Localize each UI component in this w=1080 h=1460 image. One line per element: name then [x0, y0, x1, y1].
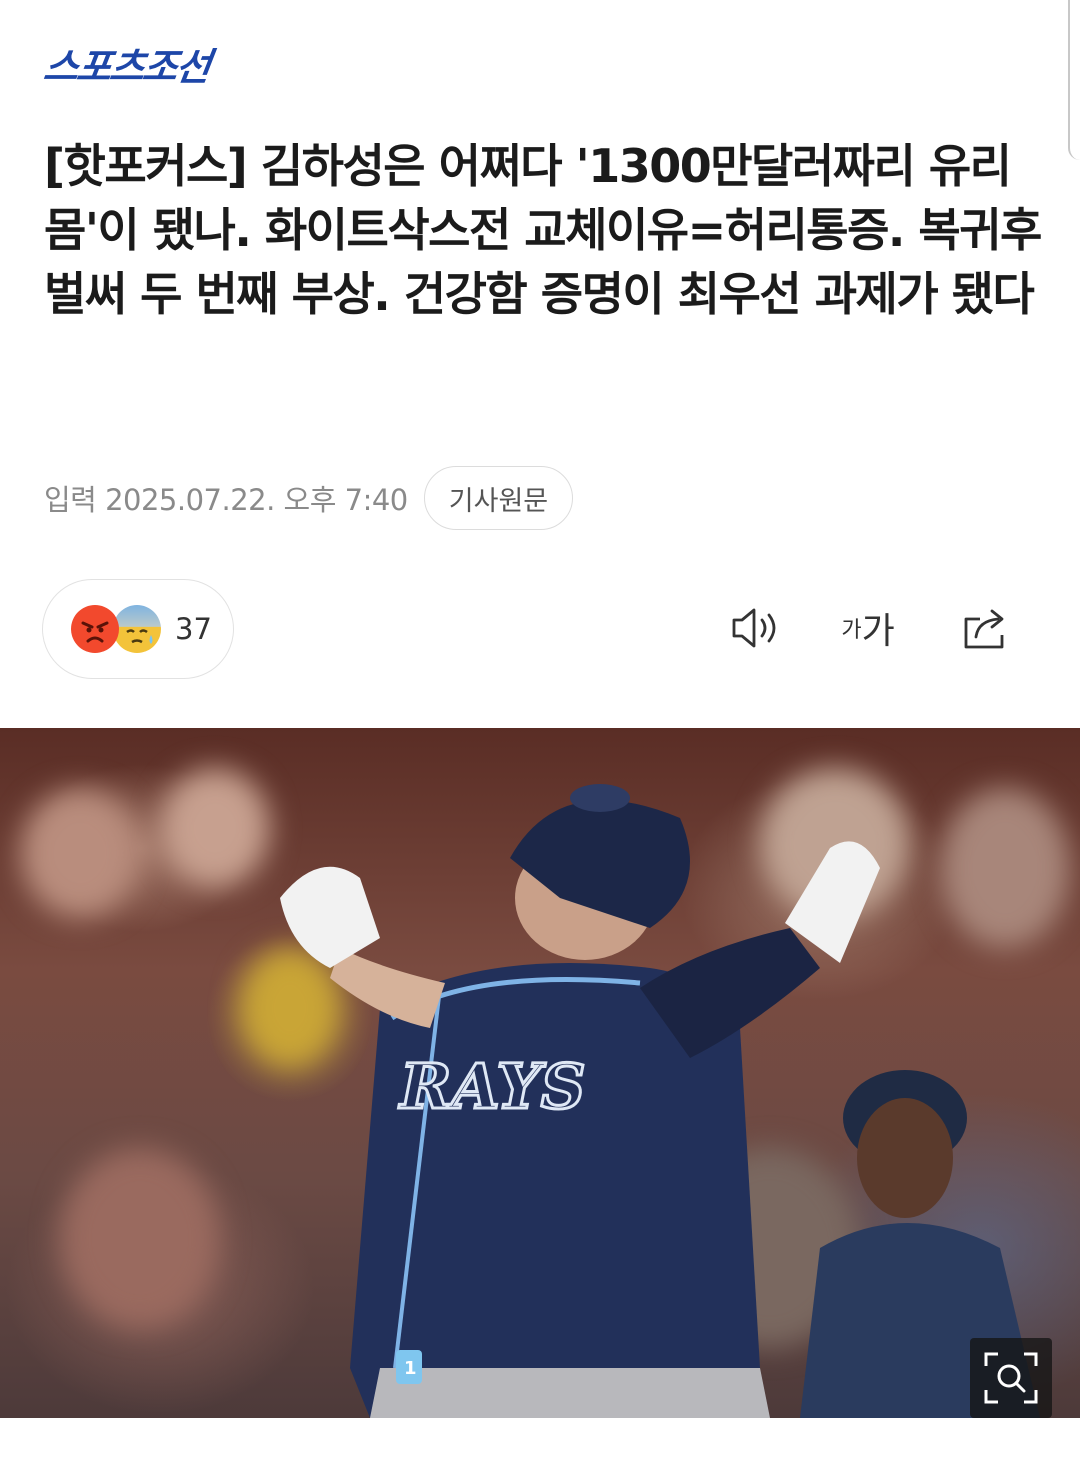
brand-logo-text: 스포츠조선 — [40, 45, 212, 89]
article-photo[interactable]: RAYS 1 — [0, 728, 1080, 1418]
speaker-icon — [732, 608, 776, 648]
article-meta: 입력 2025.07.22. 오후 7:40 기사원문 — [44, 466, 574, 530]
font-size-large-label: 가 — [861, 611, 895, 652]
photo-zoom-icon — [984, 1352, 1038, 1404]
font-size-small-label: 가 — [841, 618, 862, 643]
jersey-number: 1 — [404, 1358, 417, 1379]
player-figure: RAYS 1 — [280, 784, 1040, 1418]
original-article-button[interactable]: 기사원문 — [423, 466, 574, 530]
reaction-button[interactable]: 37 — [42, 579, 234, 679]
share-icon — [964, 609, 1004, 649]
share-button[interactable] — [956, 600, 1016, 656]
scroll-indicator — [1068, 0, 1080, 160]
publish-date: 입력 2025.07.22. 오후 7:40 — [44, 483, 408, 517]
jersey-text: RAYS — [398, 1050, 586, 1123]
text-to-speech-button[interactable] — [726, 600, 786, 656]
photo-zoom-button[interactable] — [970, 1338, 1052, 1418]
sad-sweat-face-icon — [113, 605, 161, 653]
brand-logo[interactable]: 스포츠조선 — [40, 44, 274, 90]
angry-face-icon — [71, 605, 119, 653]
font-size-button[interactable]: 가 가 — [838, 600, 898, 656]
reaction-count: 37 — [175, 612, 212, 646]
article-headline: [핫포커스] 김하성은 어쩌다 '1300만달러짜리 유리몸'이 됐나. 화이트… — [44, 139, 1042, 321]
